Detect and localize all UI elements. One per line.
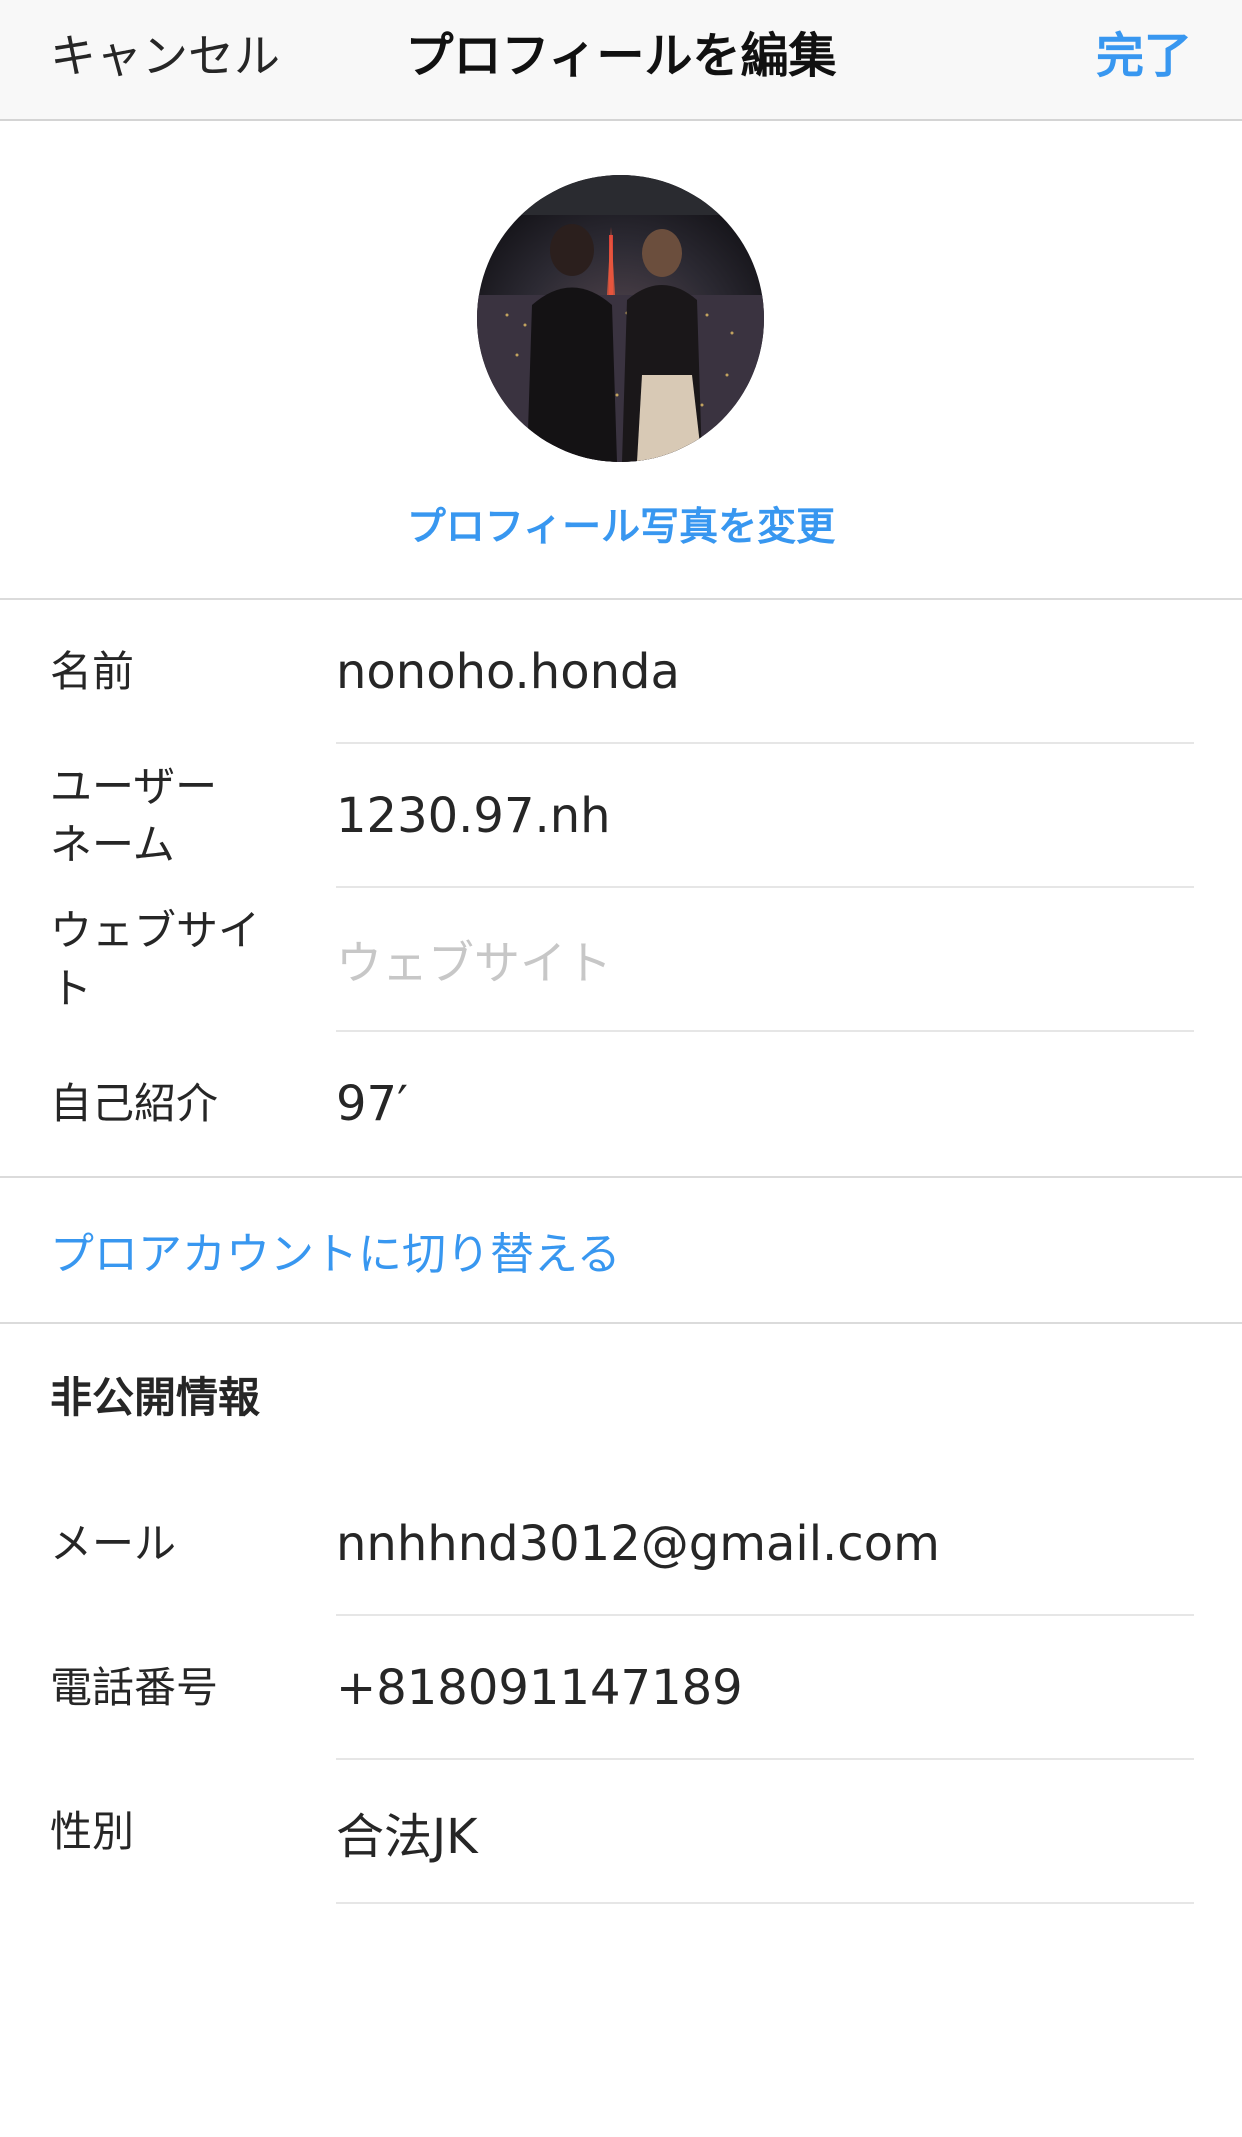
navigation-bar: キャンセル プロフィールを編集 完了 xyxy=(0,0,1242,121)
done-button[interactable]: 完了 xyxy=(1096,24,1192,88)
email-row: メール nnhhnd3012@gmail.com xyxy=(0,1472,1242,1616)
email-field[interactable]: nnhhnd3012@gmail.com xyxy=(336,1472,1192,1616)
website-label: ウェブサイト xyxy=(50,906,261,1013)
profile-form: 名前 nonoho.honda ユーザー ネーム 1230.97.nh ウェブサ… xyxy=(0,600,1242,1178)
name-row: 名前 nonoho.honda xyxy=(0,600,1242,744)
email-label: メール xyxy=(50,1519,177,1568)
gender-label: 性別 xyxy=(50,1807,135,1856)
name-field[interactable]: nonoho.honda xyxy=(336,600,1192,744)
username-field[interactable]: 1230.97.nh xyxy=(336,744,1192,888)
username-label-line1: ユーザー xyxy=(50,762,218,811)
phone-row: 電話番号 +818091147189 xyxy=(0,1616,1242,1760)
private-info-header: 非公開情報 xyxy=(50,1373,261,1422)
username-label: ユーザー ネーム xyxy=(50,744,300,888)
gender-field[interactable]: 合法JK xyxy=(336,1760,1192,1904)
bio-label: 自己紹介 xyxy=(50,1079,219,1128)
name-label: 名前 xyxy=(50,647,135,696)
profile-photo-image xyxy=(477,175,764,462)
bio-row: 自己紹介 97′ xyxy=(0,1032,1242,1176)
website-row: ウェブサイト ウェブサイト xyxy=(0,888,1242,1032)
switch-to-pro-account-link[interactable]: プロアカウントに切り替える xyxy=(50,1178,621,1322)
phone-label: 電話番号 xyxy=(50,1663,219,1712)
profile-photo-section: プロフィール写真を変更 xyxy=(0,121,1242,600)
gender-row: 性別 合法JK xyxy=(0,1760,1242,1904)
private-info-form: メール nnhhnd3012@gmail.com 電話番号 +818091147… xyxy=(0,1472,1242,1904)
username-row: ユーザー ネーム 1230.97.nh xyxy=(0,744,1242,888)
pro-account-section: プロアカウントに切り替える xyxy=(0,1178,1242,1324)
username-label-line2: ネーム xyxy=(50,820,175,869)
bio-field[interactable]: 97′ xyxy=(336,1032,1192,1176)
avatar[interactable] xyxy=(477,175,764,462)
phone-field[interactable]: +818091147189 xyxy=(336,1616,1192,1760)
website-field[interactable]: ウェブサイト xyxy=(336,888,1192,1032)
row-divider xyxy=(336,1902,1194,1904)
page-title: プロフィールを編集 xyxy=(405,28,837,84)
change-profile-photo-button[interactable]: プロフィール写真を変更 xyxy=(0,501,1242,555)
